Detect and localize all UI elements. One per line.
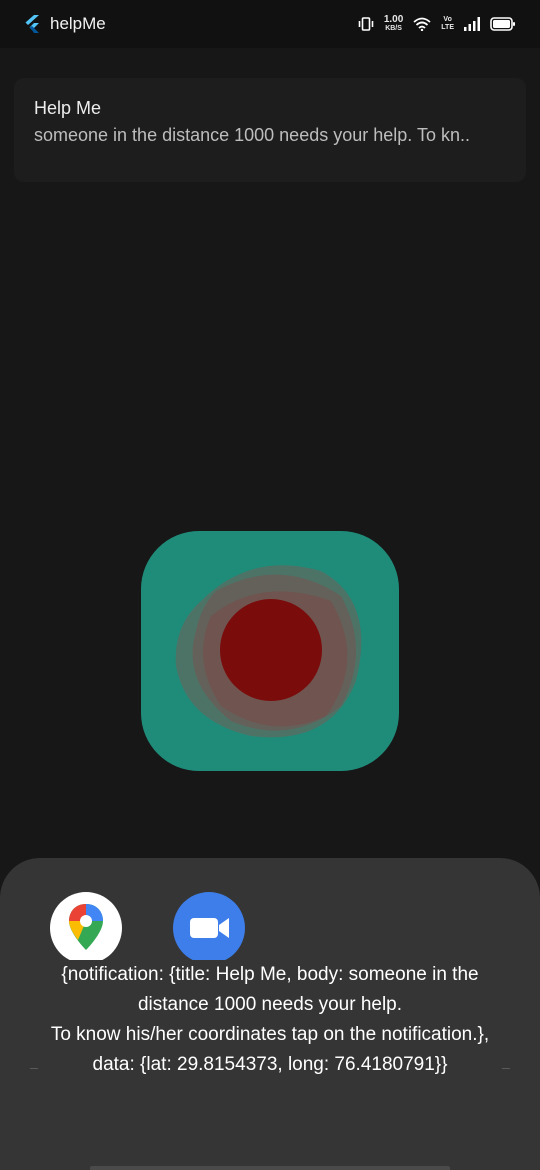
signal-icon [464,17,480,31]
network-speed-value: 1.00 [383,14,404,25]
screen: helpMe 1.00 KB/S Vo LTE Help Me someone … [0,0,540,1170]
vibrate-icon [358,17,374,31]
volte-top: Vo [443,16,452,23]
notification-payload-text: {notification: {title: Help Me, body: so… [40,960,500,1080]
app-name: helpMe [50,14,106,33]
divider-right [502,1068,510,1069]
share-bottom-sheet: {notification: {title: Help Me, body: so… [0,858,540,1170]
notification-body: someone in the distance 1000 needs your … [34,125,470,145]
divider-left [30,1068,38,1069]
volte-bottom: LTE [441,24,454,31]
status-bar: helpMe 1.00 KB/S Vo LTE [0,0,540,48]
video-call-icon[interactable] [173,892,245,964]
network-speed-unit: KB/S [385,25,402,32]
wifi-icon [413,17,431,31]
volte-indicator: Vo LTE [441,16,454,32]
sos-pulse-icon [175,565,362,738]
google-maps-icon[interactable] [50,892,122,964]
status-icons: 1.00 KB/S Vo LTE [358,15,516,33]
battery-icon [490,17,515,31]
notification-card[interactable]: Help Me someone in the distance 1000 nee… [14,78,526,182]
sos-help-button[interactable] [141,531,399,771]
network-speed: 1.00 KB/S [384,15,403,33]
notification-title: Help Me [34,98,102,118]
app-identity: helpMe [24,14,106,34]
camera-icon [190,918,229,938]
maps-pin-icon [69,904,103,950]
flutter-icon [25,15,39,33]
home-indicator[interactable] [90,1166,450,1170]
